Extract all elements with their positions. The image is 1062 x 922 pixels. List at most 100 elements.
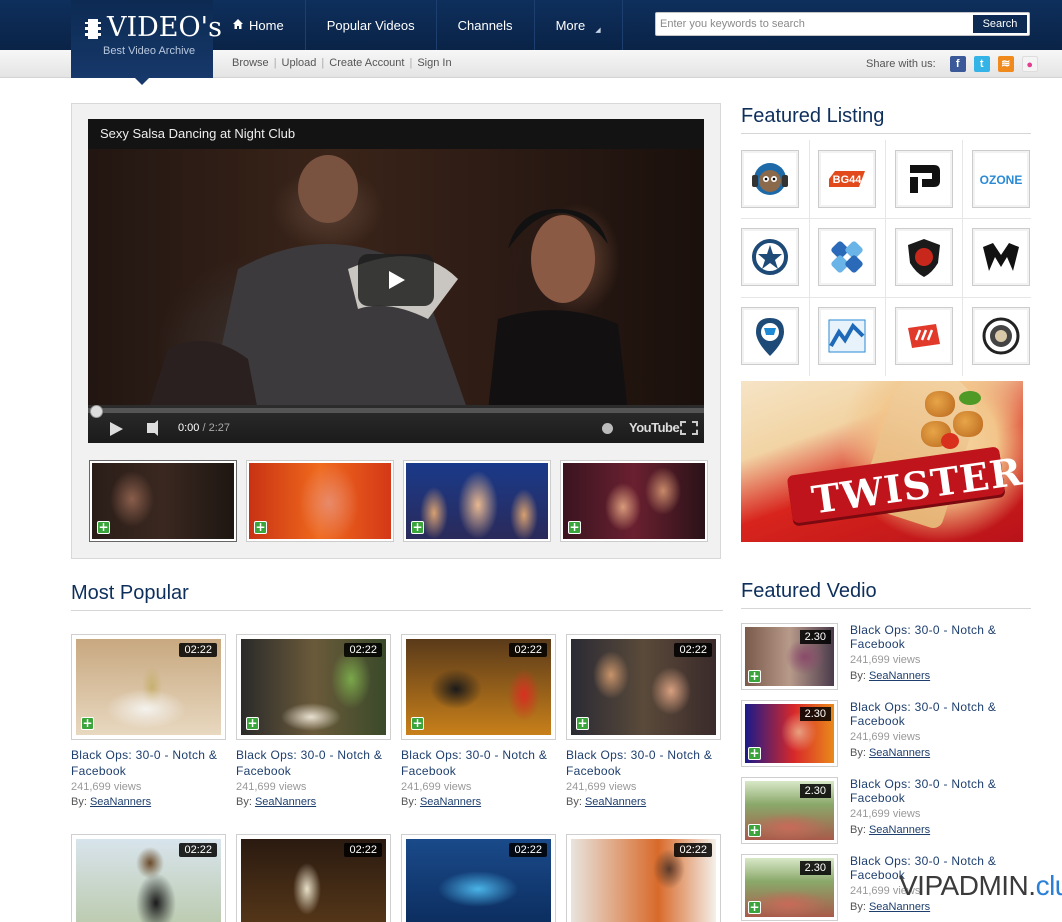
nav-more[interactable]: More ◢ xyxy=(535,0,623,50)
thumbnail-image: 2.30 + xyxy=(745,704,834,763)
add-icon[interactable]: + xyxy=(246,717,259,730)
youtube-logo[interactable]: YouTube xyxy=(629,420,680,435)
volume-icon[interactable] xyxy=(147,420,158,436)
by-label: By: xyxy=(850,670,866,682)
video-title-link[interactable]: Black Ops: 30-0 - Notch & Facebook xyxy=(401,747,556,779)
nav-home[interactable]: Home xyxy=(213,0,306,50)
twister-advertisement[interactable]: TWISTER xyxy=(741,381,1023,542)
search-input[interactable] xyxy=(658,15,970,33)
house-icon xyxy=(233,19,243,29)
video-card-thumbnail[interactable]: 02:22 xyxy=(401,834,556,922)
p-letter-icon xyxy=(910,165,940,193)
video-card-thumbnail[interactable]: 02:22 + xyxy=(566,634,721,740)
search-button[interactable]: Search xyxy=(973,15,1027,33)
separator: | xyxy=(321,57,325,69)
author-link[interactable]: SeaNanners xyxy=(869,901,930,913)
add-icon[interactable]: + xyxy=(748,670,761,683)
lion-shield-logo[interactable] xyxy=(895,228,953,286)
progress-handle[interactable] xyxy=(90,405,103,418)
video-card-thumbnail[interactable]: 02:22 xyxy=(236,834,391,922)
featured-video-item[interactable]: 2.30 + Black Ops: 30-0 - Notch & Faceboo… xyxy=(741,700,1031,770)
add-icon[interactable]: + xyxy=(748,901,761,914)
featured-video-thumbnail[interactable]: 2.30 + xyxy=(741,700,838,767)
create-account-link[interactable]: Create Account xyxy=(329,57,404,69)
add-icon[interactable]: + xyxy=(748,824,761,837)
video-title-link[interactable]: Black Ops: 30-0 - Notch & Facebook xyxy=(566,747,721,779)
add-icon[interactable]: + xyxy=(254,521,267,534)
site-logo[interactable]: VIDEO's Best Video Archive xyxy=(71,0,222,85)
video-card-thumbnail[interactable]: 02:22 + xyxy=(71,634,226,740)
cart-pin-logo[interactable] xyxy=(741,307,799,365)
video-card-thumbnail[interactable]: 02:22 xyxy=(71,834,226,922)
monkey-headphones-logo[interactable] xyxy=(741,150,799,208)
progress-bar[interactable] xyxy=(88,408,704,413)
chain-links-logo[interactable] xyxy=(818,228,876,286)
video-player[interactable]: Sexy Salsa Dancing at Night Club 0:00 / … xyxy=(88,119,704,443)
rss-icon[interactable]: ≋ xyxy=(997,56,1014,72)
lion-badge-logo[interactable] xyxy=(972,307,1030,365)
play-button[interactable] xyxy=(358,254,434,306)
star-shield-icon xyxy=(752,239,788,275)
add-icon[interactable]: + xyxy=(568,521,581,534)
chart-wave-logo[interactable] xyxy=(818,307,876,365)
author-link[interactable]: SeaNanners xyxy=(255,796,316,808)
facebook-icon[interactable]: f xyxy=(949,56,966,72)
p-letter-logo[interactable] xyxy=(895,150,953,208)
video-thumbnail[interactable]: + xyxy=(89,460,237,542)
add-icon[interactable]: + xyxy=(81,717,94,730)
fullscreen-icon[interactable] xyxy=(680,421,698,435)
author-link[interactable]: SeaNanners xyxy=(420,796,481,808)
main-nav: Home Popular Videos Channels More ◢ xyxy=(213,0,623,50)
video-thumbnail[interactable]: + xyxy=(560,460,708,542)
play-icon[interactable] xyxy=(110,422,123,436)
video-card-thumbnail[interactable]: 02:22 + xyxy=(401,634,556,740)
flickr-icon[interactable]: ● xyxy=(1021,56,1038,72)
featured-video-item[interactable]: 2.30 + Black Ops: 30-0 - Notch & Faceboo… xyxy=(741,777,1031,847)
author-link[interactable]: SeaNanners xyxy=(869,670,930,682)
video-title-link[interactable]: Black Ops: 30-0 - Notch & Facebook xyxy=(71,747,226,779)
author-link[interactable]: SeaNanners xyxy=(585,796,646,808)
nav-more-label: More xyxy=(555,17,586,33)
add-icon[interactable]: + xyxy=(748,747,761,760)
nav-popular-videos[interactable]: Popular Videos xyxy=(306,0,437,50)
sign-in-link[interactable]: Sign In xyxy=(417,57,451,69)
nav-channels[interactable]: Channels xyxy=(437,0,535,50)
m-letter-logo[interactable] xyxy=(972,228,1030,286)
author-link[interactable]: SeaNanners xyxy=(90,796,151,808)
twitter-icon[interactable]: t xyxy=(973,56,990,72)
upload-link[interactable]: Upload xyxy=(282,57,317,69)
author-line: By: SeaNanners xyxy=(850,901,930,913)
video-title-link[interactable]: Black Ops: 30-0 - Notch & Facebook xyxy=(850,623,1015,651)
watch-later-icon[interactable] xyxy=(602,423,613,434)
browse-link[interactable]: Browse xyxy=(232,57,269,69)
by-label: By: xyxy=(401,796,417,808)
ad-nugget xyxy=(925,391,955,417)
video-thumbnail[interactable]: + xyxy=(403,460,551,542)
author-link[interactable]: SeaNanners xyxy=(869,747,930,759)
author-link[interactable]: SeaNanners xyxy=(869,824,930,836)
watermark: VIPADMIN.club xyxy=(899,870,1062,902)
video-title-link[interactable]: Black Ops: 30-0 - Notch & Facebook xyxy=(850,700,1015,728)
ozone-logo[interactable]: OZONE xyxy=(972,150,1030,208)
featured-video-item[interactable]: 2.30 + Black Ops: 30-0 - Notch & Faceboo… xyxy=(741,623,1031,693)
featured-video-thumbnail[interactable]: 2.30 + xyxy=(741,623,838,690)
video-card-thumbnail[interactable]: 02:22 + xyxy=(236,634,391,740)
add-icon[interactable]: + xyxy=(411,521,424,534)
view-count: 241,699 views xyxy=(401,781,472,793)
add-icon[interactable]: + xyxy=(411,717,424,730)
video-title-link[interactable]: Black Ops: 30-0 - Notch & Facebook xyxy=(850,777,1015,805)
video-title-link[interactable]: Black Ops: 30-0 - Notch & Facebook xyxy=(236,747,391,779)
bg44-logo[interactable]: BG44 xyxy=(818,150,876,208)
featured-video-thumbnail[interactable]: 2.30 + xyxy=(741,777,838,844)
featured-video-thumbnail[interactable]: 2.30 + xyxy=(741,854,838,921)
star-shield-logo[interactable] xyxy=(741,228,799,286)
view-count: 241,699 views xyxy=(850,731,921,743)
video-card-thumbnail[interactable]: 02:22 xyxy=(566,834,721,922)
red-stripes-logo[interactable] xyxy=(895,307,953,365)
add-icon[interactable]: + xyxy=(576,717,589,730)
thumbnail-image: 02:22 + xyxy=(241,639,386,735)
video-thumbnail[interactable]: + xyxy=(246,460,394,542)
add-icon[interactable]: + xyxy=(97,521,110,534)
ozone-text: OZONE xyxy=(980,173,1023,187)
thumbnail-image: 02:22 xyxy=(76,839,221,922)
